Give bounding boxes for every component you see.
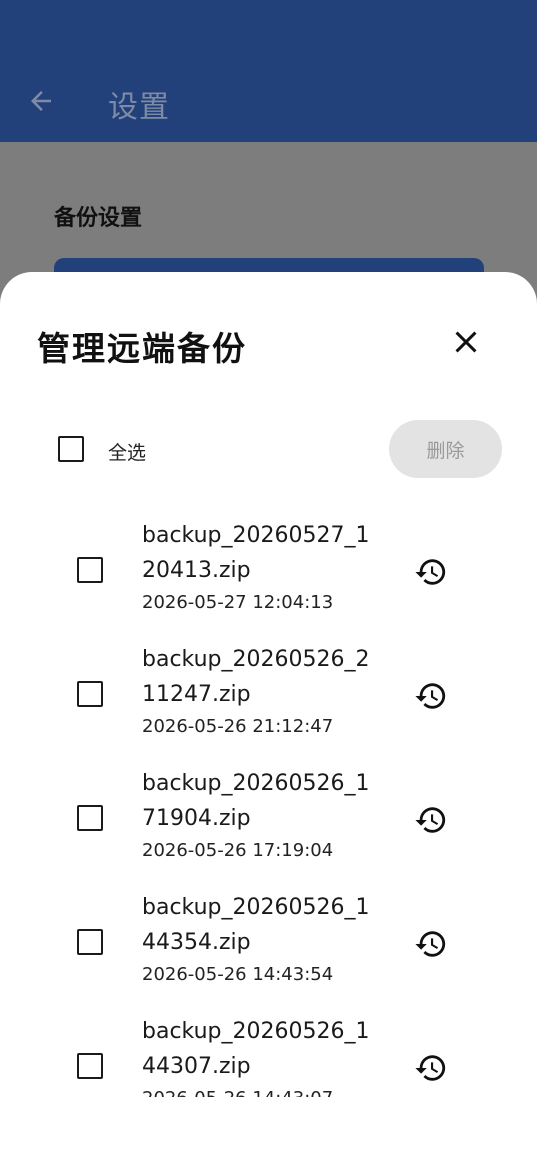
history-icon[interactable] [414,679,448,713]
sheet-title: 管理远端备份 [37,329,247,368]
list-item: backup_20260526_171904.zip 2026-05-26 17… [0,760,537,884]
history-icon[interactable] [414,803,448,837]
backup-file-name: backup_20260526_144307.zip [142,1019,370,1079]
backup-date: 2026-05-26 17:19:04 [142,840,334,861]
item-checkbox[interactable] [77,1053,103,1079]
list-item: backup_20260526_144307.zip 2026-05-26 14… [0,1008,537,1097]
list-item: backup_20260527_120413.zip 2026-05-27 12… [0,512,537,636]
backup-date: 2026-05-26 21:12:47 [142,716,334,737]
select-all-row: 全选 删除 [0,420,537,480]
history-icon[interactable] [414,927,448,961]
arrow-left-icon[interactable] [26,86,56,116]
page-title: 设置 [108,90,170,125]
history-icon[interactable] [414,1051,448,1085]
backup-file-name: backup_20260526_211247.zip [142,647,370,707]
list-item: backup_20260526_144354.zip 2026-05-26 14… [0,884,537,1008]
list-item: backup_20260526_211247.zip 2026-05-26 21… [0,636,537,760]
backup-date: 2026-05-26 14:43:54 [142,964,334,985]
item-checkbox[interactable] [77,681,103,707]
backup-list[interactable]: backup_20260527_120413.zip 2026-05-27 12… [0,512,537,1097]
item-checkbox[interactable] [77,929,103,955]
item-checkbox[interactable] [77,805,103,831]
backup-file-name: backup_20260527_120413.zip [142,523,370,583]
close-icon[interactable] [448,324,484,360]
backup-date: 2026-05-27 12:04:13 [142,592,334,613]
backup-file-name: backup_20260526_171904.zip [142,771,370,831]
select-all-label: 全选 [108,442,147,464]
backup-file-name: backup_20260526_144354.zip [142,895,370,955]
section-title: 备份设置 [54,206,143,231]
app-bar: 设置 [0,0,537,142]
item-checkbox[interactable] [77,557,103,583]
select-all-checkbox[interactable] [58,436,84,462]
history-icon[interactable] [414,555,448,589]
bottom-sheet: 管理远端备份 全选 删除 backup_20260527_120413.zip … [0,272,537,1169]
delete-button[interactable]: 删除 [389,420,502,478]
backup-date: 2026-05-26 14:43:07 [142,1088,333,1097]
